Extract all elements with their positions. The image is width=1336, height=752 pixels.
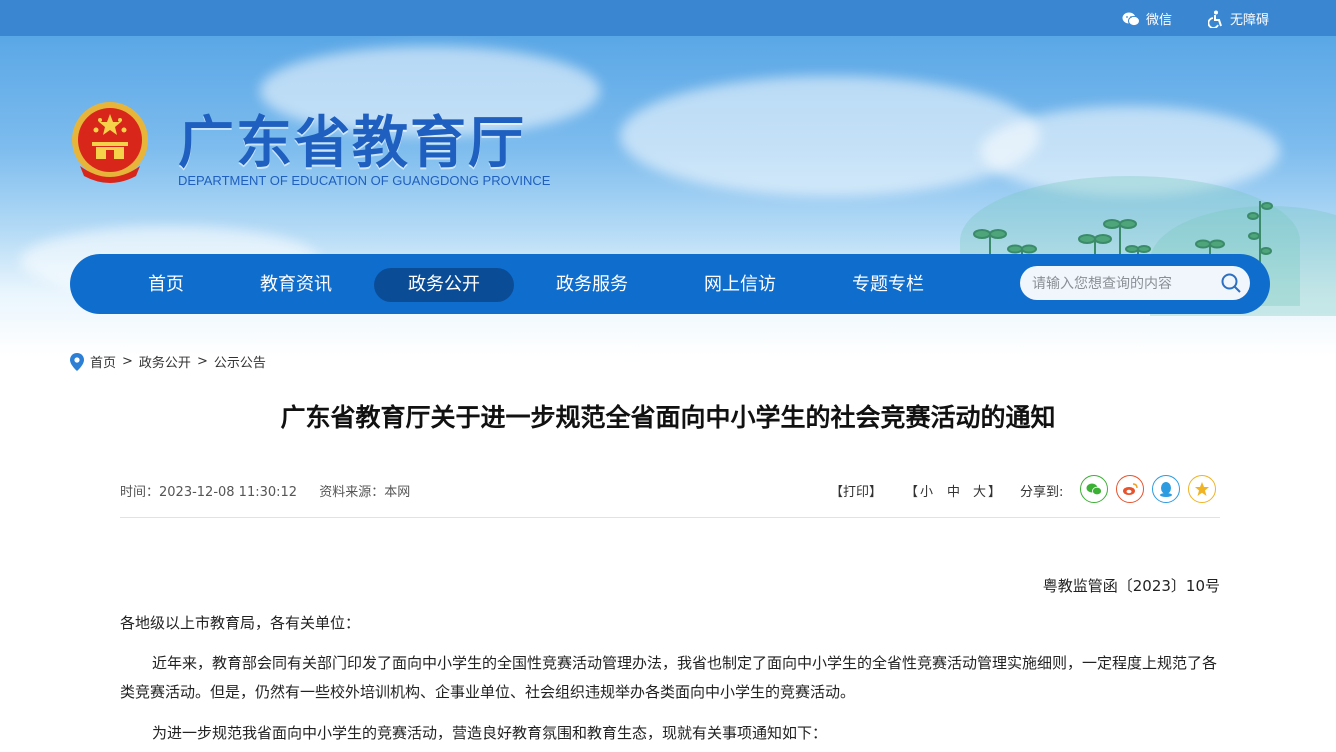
article-meta: 时间：2023-12-08 11:30:12 资料来源：本网	[120, 481, 428, 500]
national-emblem	[72, 102, 148, 183]
share-qq-icon	[1160, 482, 1172, 497]
share-weibo-button[interactable]	[1116, 475, 1144, 503]
share-qzone-icon	[1195, 482, 1209, 496]
nav-government-services[interactable]: 政务服务	[536, 268, 648, 302]
font-size-bracket-open: 【	[905, 485, 919, 500]
salutation: 各地级以上市教育局，各有关单位：	[120, 614, 361, 632]
share-weibo-icon	[1123, 483, 1138, 495]
search-input[interactable]	[1030, 266, 1214, 302]
font-size-small[interactable]: 小	[920, 481, 933, 500]
nav-home[interactable]: 首页	[128, 268, 204, 302]
site-subtitle: DEPARTMENT OF EDUCATION OF GUANGDONG PRO…	[178, 173, 551, 188]
share-wechat-button[interactable]	[1080, 475, 1108, 503]
paragraph-1: 近年来，教育部会同有关部门印发了面向中小学生的全国性竞赛活动管理办法，我省也制定…	[120, 654, 1218, 701]
wechat-label: 微信	[1146, 13, 1173, 28]
nav-education-news[interactable]: 教育资讯	[240, 268, 352, 302]
share-qq-button[interactable]	[1152, 475, 1180, 503]
main-nav: 首页 教育资讯 政务公开 政务服务 网上信访 专题专栏	[70, 254, 1270, 314]
top-utility-bar: 微信 无障碍	[0, 0, 1336, 36]
breadcrumb-separator: >	[196, 354, 208, 369]
location-pin-icon	[70, 352, 84, 371]
breadcrumb-announcements[interactable]: 公示公告	[214, 352, 266, 371]
wechat-icon	[1122, 12, 1140, 26]
wechat-link[interactable]: 微信	[1122, 9, 1172, 28]
meta-divider	[120, 517, 1220, 518]
accessibility-icon	[1208, 10, 1222, 28]
breadcrumb-home[interactable]: 首页	[90, 352, 116, 371]
nav-special-topics[interactable]: 专题专栏	[832, 268, 944, 302]
document-number: 粤教监管函〔2023〕10号	[1042, 577, 1220, 595]
font-size-bracket-close: 】	[988, 485, 1002, 500]
article-title: 广东省教育厅关于进一步规范全省面向中小学生的社会竞赛活动的通知	[280, 403, 1056, 432]
accessibility-label: 无障碍	[1230, 13, 1270, 28]
share-qzone-button[interactable]	[1188, 475, 1216, 503]
paragraph-2: 为进一步规范我省面向中小学生的竞赛活动，营造良好教育氛围和教育生态，现就有关事项…	[152, 724, 828, 742]
share-label: 分享到:	[1020, 485, 1064, 500]
print-button[interactable]: 【打印】	[830, 481, 882, 500]
publish-time: 时间：2023-12-08 11:30:12	[120, 485, 298, 500]
breadcrumb-separator: >	[122, 354, 133, 369]
site-title: 广东省教育厅	[178, 111, 526, 176]
share-buttons	[1080, 475, 1216, 503]
breadcrumb-government-affairs[interactable]: 政务公开	[139, 352, 191, 371]
font-size-medium[interactable]: 中	[947, 481, 960, 500]
search-box	[1020, 266, 1250, 302]
share-wechat-icon	[1086, 483, 1102, 496]
source: 资料来源：本网	[319, 485, 411, 500]
nav-government-affairs[interactable]: 政务公开	[374, 268, 514, 302]
search-icon[interactable]	[1220, 272, 1242, 294]
accessibility-link[interactable]: 无障碍	[1208, 9, 1269, 28]
nav-online-petition[interactable]: 网上信访	[684, 268, 796, 302]
breadcrumb: 首页 > 政务公开 > 公示公告	[70, 352, 266, 371]
font-size-large[interactable]: 大	[973, 481, 986, 500]
